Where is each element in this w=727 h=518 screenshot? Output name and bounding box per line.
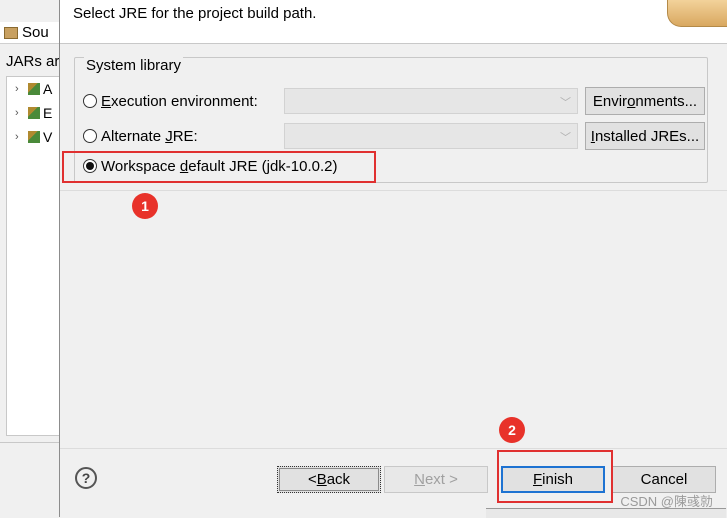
workspace-default-jre-label: Workspace default JRE (jdk-10.0.2) <box>101 157 338 175</box>
divider <box>60 190 727 191</box>
watermark: CSDN @陳彧勍 <box>620 494 713 509</box>
next-button[interactable]: Next > <box>384 466 488 493</box>
back-button[interactable]: < Back <box>277 466 381 493</box>
background-tab[interactable]: Sou <box>0 22 60 44</box>
workspace-default-jre-radio[interactable]: Workspace default JRE (jdk-10.0.2) <box>83 153 338 179</box>
jar-library-icon <box>28 131 40 143</box>
footer-divider <box>60 448 727 449</box>
finish-button[interactable]: Finish <box>501 466 605 493</box>
background-heading: JARs ar <box>6 53 60 70</box>
tree-item-label: E <box>43 105 53 121</box>
chevron-right-icon[interactable]: › <box>15 107 25 119</box>
radio-circle-selected[interactable] <box>83 159 97 173</box>
tree-item-label: V <box>43 129 53 145</box>
execution-environment-combo[interactable]: ﹀ <box>284 88 578 114</box>
radio-circle[interactable] <box>83 94 97 108</box>
jar-library-icon <box>28 83 40 95</box>
jar-library-icon <box>28 107 40 119</box>
group-title: System library <box>84 57 184 74</box>
execution-environment-label: Execution environment: <box>101 92 258 110</box>
help-icon[interactable]: ? <box>75 467 97 489</box>
chevron-down-icon: ﹀ <box>560 132 571 144</box>
background-tree: › A › E › V <box>6 76 61 436</box>
alternate-jre-radio[interactable]: Alternate JRE: <box>83 123 198 149</box>
alternate-jre-combo[interactable]: ﹀ <box>284 123 578 149</box>
chevron-down-icon: ﹀ <box>560 97 571 109</box>
background-window: Sou JARs ar › A › E › V <box>0 0 61 517</box>
installed-jres-button[interactable]: Installed JREs... <box>585 122 705 150</box>
header-message: Select JRE for the project build path. <box>73 5 317 22</box>
execution-environment-radio[interactable]: Execution environment: <box>83 88 258 114</box>
divider <box>0 442 60 443</box>
radio-circle[interactable] <box>83 129 97 143</box>
chevron-right-icon[interactable]: › <box>15 131 25 143</box>
background-tab-label: Sou <box>22 24 49 41</box>
tree-item[interactable]: › E <box>15 103 52 123</box>
source-tab-icon <box>4 26 18 39</box>
annotation-badge-2: 2 <box>499 417 525 443</box>
annotation-badge-1: 1 <box>132 193 158 219</box>
tree-item[interactable]: › A <box>15 79 52 99</box>
chevron-right-icon[interactable]: › <box>15 83 25 95</box>
wizard-banner-icon <box>667 0 727 27</box>
cancel-button[interactable]: Cancel <box>612 466 716 493</box>
dialog-header: Select JRE for the project build path. <box>60 0 727 44</box>
jre-selection-dialog: Select JRE for the project build path. S… <box>59 0 727 518</box>
environments-button[interactable]: Envir o nments... <box>585 87 705 115</box>
alternate-jre-label: Alternate JRE: <box>101 127 198 145</box>
tree-item[interactable]: › V <box>15 127 52 147</box>
system-library-group: System library Execution environment: ﹀ … <box>74 57 708 183</box>
tree-item-label: A <box>43 81 53 97</box>
